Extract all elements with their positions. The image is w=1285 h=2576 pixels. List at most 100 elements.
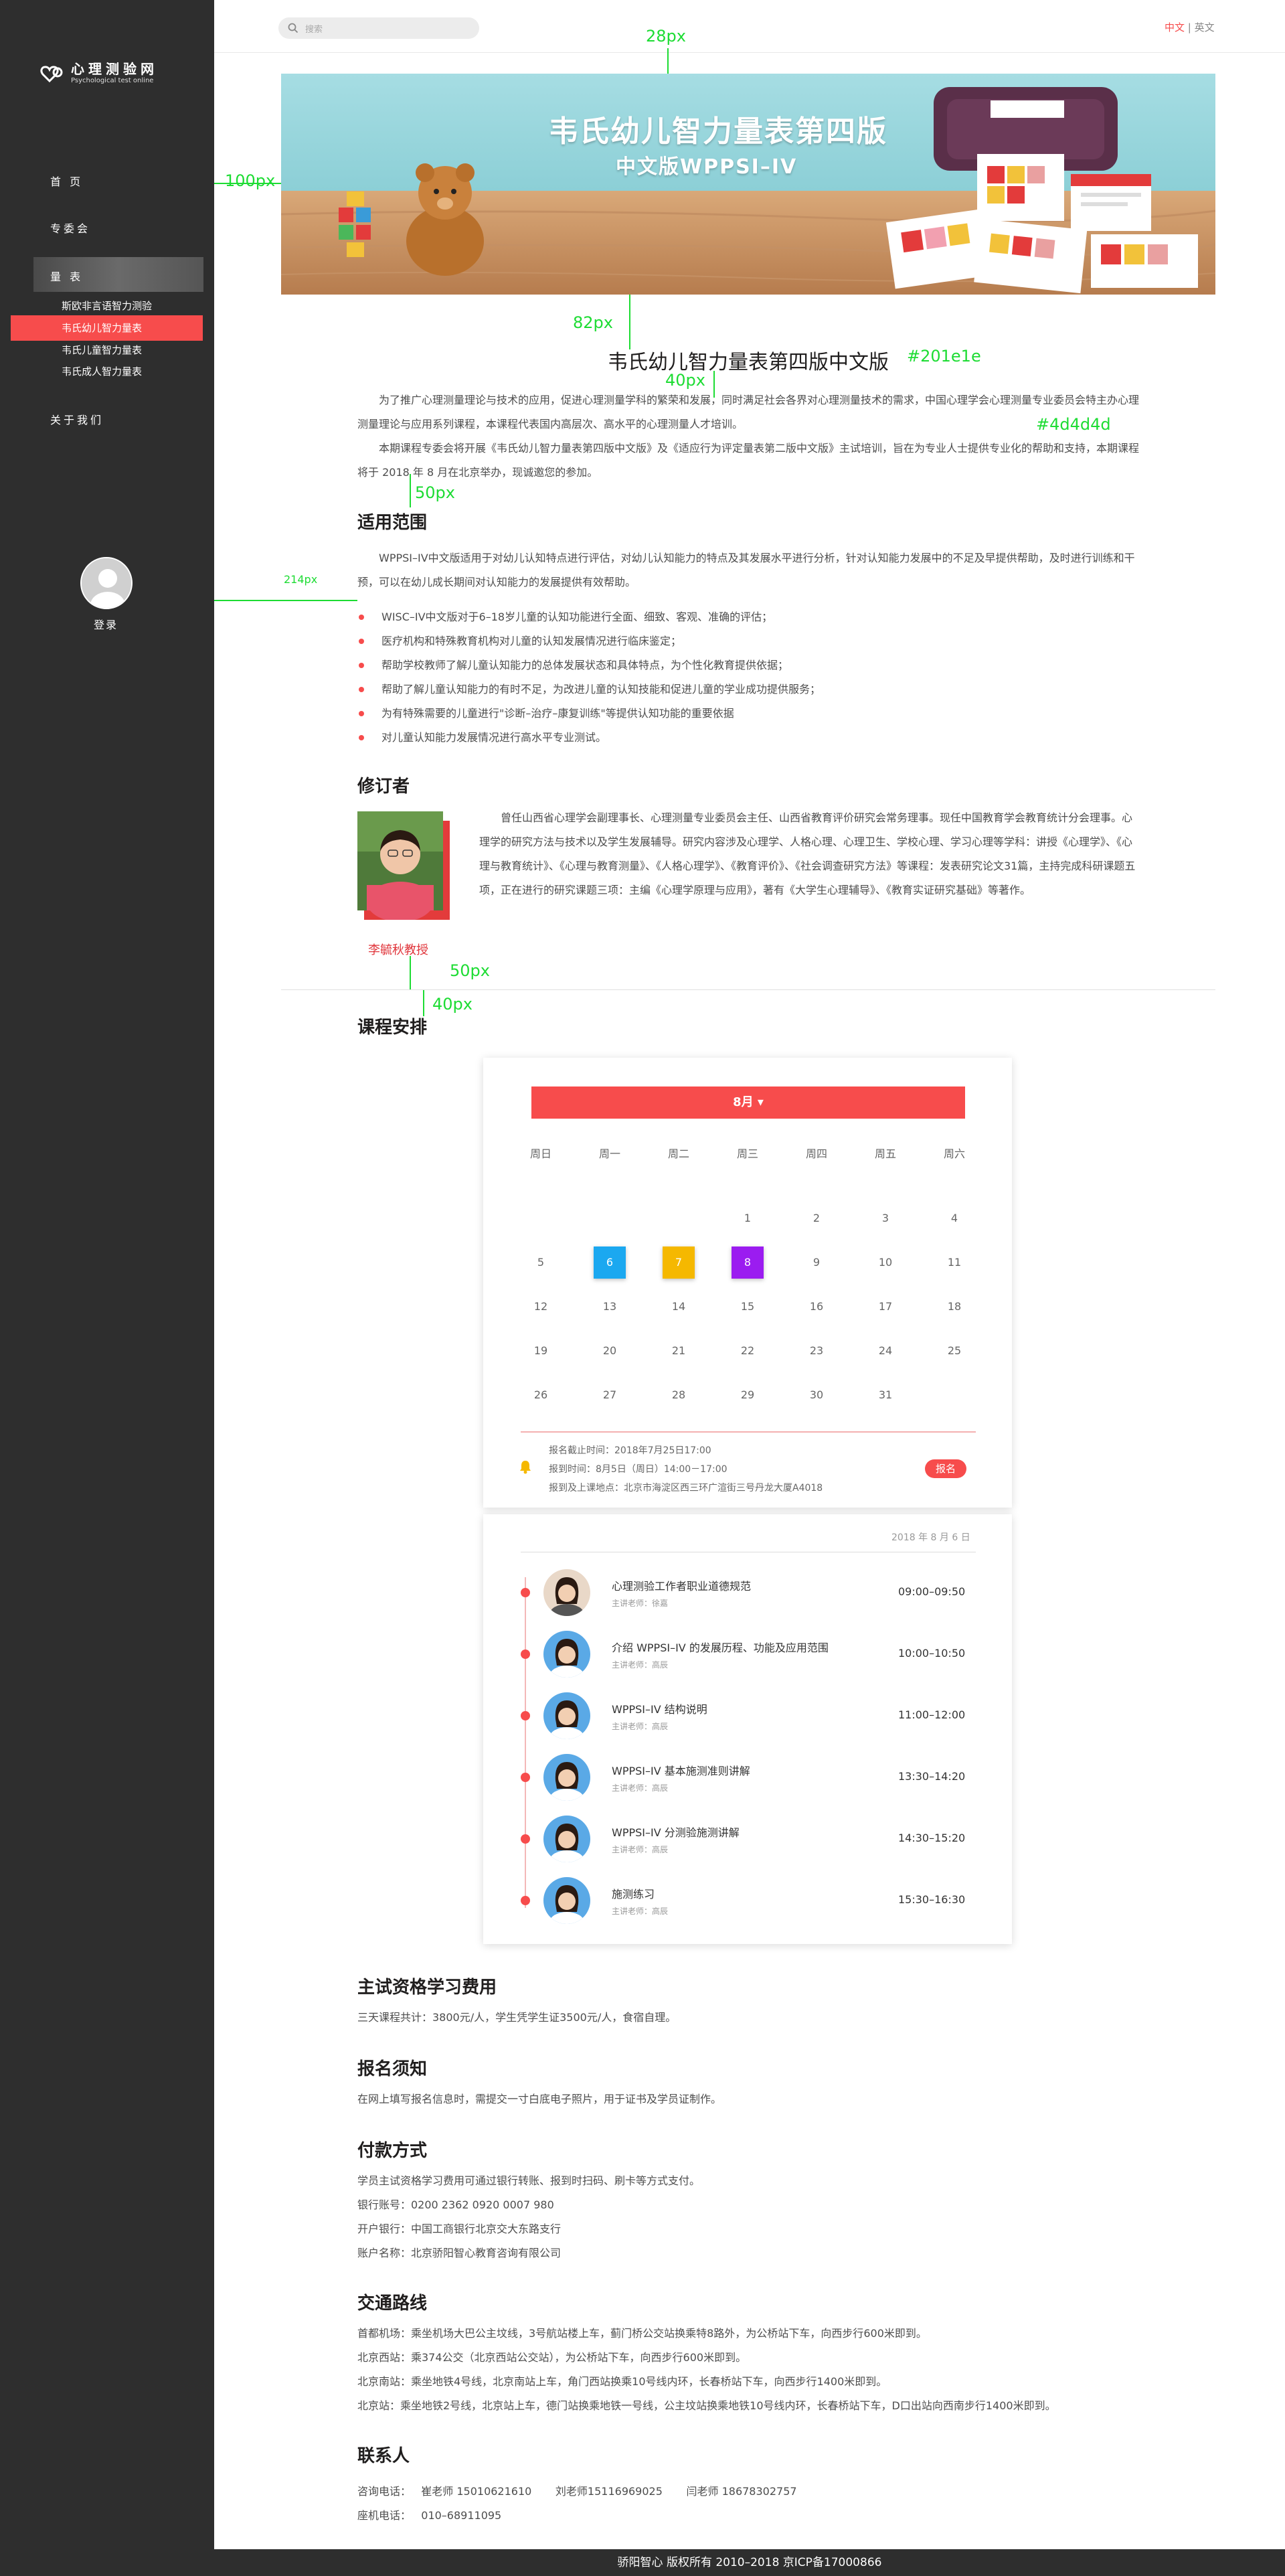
calendar-day[interactable]: 25 [936,1333,972,1369]
sidebar: 心理测验网 Psychological test online 首 页 专委会 … [0,0,214,2576]
calendar-day[interactable]: 10 [867,1244,904,1281]
calendar-day[interactable]: 3 [867,1200,904,1236]
calendar-day[interactable]: 28 [661,1377,697,1413]
session-title: 心理测验工作者职业道德规范 [612,1580,752,1593]
calendar-day[interactable]: 27 [592,1377,628,1413]
calendar-day[interactable]: 18 [936,1289,972,1325]
calendar-day[interactable]: 19 [523,1333,559,1369]
nav-scales[interactable]: 量 表 [50,268,83,284]
session-time: 14:30–15:20 [898,1832,966,1844]
banner-title: 韦氏幼儿智力量表第四版 [549,114,887,149]
lang-chinese[interactable]: 中文 [1165,21,1185,33]
calendar-day[interactable]: 31 [867,1377,904,1413]
calendar-day[interactable]: 12 [523,1289,559,1325]
fees-heading: 主试资格学习费用 [357,1978,497,1998]
calendar-day[interactable]: 11 [936,1244,972,1281]
nav-about[interactable]: 关于我们 [50,411,104,427]
calendar-day[interactable]: 4 [936,1200,972,1236]
calendar-day[interactable]: 22 [730,1333,766,1369]
session-time: 15:30–16:30 [898,1893,966,1906]
calendar-day[interactable]: 9 [798,1244,835,1281]
lecturer-avatar [543,1692,590,1739]
calendar-day[interactable]: 20 [592,1333,628,1369]
calendar-divider [521,1431,976,1433]
list-item: 医疗机构和特殊教育机构对儿童的认知发展情况进行临床鉴定； [357,629,821,653]
sub-item-snijders[interactable]: 斯欧非言语智力测验 [62,299,152,313]
notice-heading: 报名须知 [357,2059,428,2079]
login-link[interactable]: 登录 [94,616,118,632]
session-lecturer: 主讲老师：高辰 [612,1660,669,1670]
logo-subtitle: Psychological test online [71,77,154,84]
calendar-day[interactable]: 16 [798,1289,835,1325]
sub-item-wais[interactable]: 韦氏成人智力量表 [62,364,142,378]
page-title: 韦氏幼儿智力量表第四版中文版 [608,351,889,374]
reviser-heading: 修订者 [357,777,410,797]
payment-heading: 付款方式 [357,2141,428,2161]
site-footer: 骄阳智心 版权所有 2010–2018 京ICP备17000866 [214,2549,1285,2576]
bell-icon [520,1461,531,1474]
search-input[interactable]: 搜索 [278,17,479,39]
calendar-day[interactable]: 24 [867,1333,904,1369]
schedule-item: 介绍 WPPSI–IV 的发展历程、功能及应用范围 主讲老师：高辰 10:00–10… [483,1628,1012,1682]
signup-button[interactable]: 报名 [925,1459,966,1478]
timeline-dot [521,1588,530,1597]
calendar-day[interactable]: 23 [798,1333,835,1369]
month-selector[interactable]: 8月 ▾ [531,1086,965,1119]
spacing-guide [629,295,630,349]
sub-item-wisc[interactable]: 韦氏儿童智力量表 [62,343,142,357]
banner-subtitle: 中文版WPPSI–IV [616,155,798,179]
payment-line: 银行账号：0200 2362 0920 0007 980 [357,2198,554,2211]
schedule-item: 心理测验工作者职业道德规范 主讲老师：徐嘉 09:00–09:50 [483,1566,1012,1620]
reviser-photo [357,811,450,920]
payment-line: 学员主试资格学习费用可通过银行转账、报到时扫码、刷卡等方式支付。 [357,2174,701,2187]
spacing-guide [667,48,669,74]
list-item: 帮助了解儿童认知能力的有时不足，为改进儿童的认知技能和促进儿童的学业成功提供服务… [357,677,821,702]
session-title: WPPSI–IV 基本施测准则讲解 [612,1765,750,1777]
calendar-day[interactable]: 15 [730,1289,766,1325]
traffic-line: 首都机场：乘坐机场大巴公主坟线，3号航站楼上车，蓟门桥公交站换乘特8路外，为公桥… [357,2327,927,2340]
contact-line: 座机电话： 010–68911095 [357,2509,502,2522]
weekday-label: 周日 [529,1147,551,1160]
calendar-day[interactable]: 5 [523,1244,559,1281]
sub-item-wppsi[interactable]: 韦氏幼儿智力量表 [62,321,142,335]
calendar-day[interactable]: 13 [592,1289,628,1325]
reviser-name: 李毓秋教授 [368,943,428,957]
calendar-day[interactable]: 8 [732,1246,764,1279]
checkin-info: 报到时间：8月5日（周日）14:00－17:00 [549,1464,727,1475]
spacing-guide [410,956,411,989]
nav-home[interactable]: 首 页 [50,173,83,189]
lecturer-avatar [543,1631,590,1678]
reviser-bio: 曾任山西省心理学会副理事长、心理测量专业委员会主任、山西省教育评价研究会常务理事… [479,811,1136,896]
nav-committee[interactable]: 专委会 [50,220,90,236]
spacing-label: 214px [284,573,318,586]
session-lecturer: 主讲老师：高辰 [612,1907,669,1916]
calendar-day[interactable]: 7 [663,1246,695,1279]
lang-separator: | [1187,21,1191,33]
session-title: 施测练习 [612,1888,655,1901]
schedule-heading: 课程安排 [357,1018,428,1038]
calendar-day[interactable]: 26 [523,1377,559,1413]
calendar-day[interactable]: 6 [594,1246,626,1279]
calendar-day[interactable]: 2 [798,1200,835,1236]
list-item: 对儿童认知能力发展情况进行高水平专业测试。 [357,726,821,750]
lang-english[interactable]: 英文 [1195,21,1215,33]
calendar-day[interactable]: 1 [730,1200,766,1236]
session-title: 介绍 WPPSI–IV 的发展历程、功能及应用范围 [612,1641,829,1654]
session-lecturer: 主讲老师：高辰 [612,1722,669,1731]
lecturer-avatar [543,1816,590,1862]
weekday-label: 周二 [667,1147,689,1160]
session-lecturer: 主讲老师：徐嘉 [612,1599,669,1608]
user-avatar[interactable] [80,557,133,609]
schedule-item: 施测练习主讲老师：高辰 15:30–16:30 [483,1874,1012,1928]
session-time: 11:00–12:00 [898,1708,966,1721]
timeline-dot [521,1773,530,1782]
calendar-day[interactable]: 14 [661,1289,697,1325]
schedule-date: 2018 年 8 月 6 日 [891,1532,970,1543]
calendar-day[interactable]: 30 [798,1377,835,1413]
calendar-card: 8月 ▾ 周日 周一 周二 周三 周四 周五 周六 1 2 3 4 5 6 7 8 9 10 11 12 13 14 1… [483,1058,1012,1508]
calendar-day[interactable]: 17 [867,1289,904,1325]
site-logo[interactable]: 心理测验网 Psychological test online [40,62,158,86]
payment-line: 开户银行：中国工商银行北京交大东路支行 [357,2223,562,2235]
calendar-day[interactable]: 29 [730,1377,766,1413]
calendar-day[interactable]: 21 [661,1333,697,1369]
